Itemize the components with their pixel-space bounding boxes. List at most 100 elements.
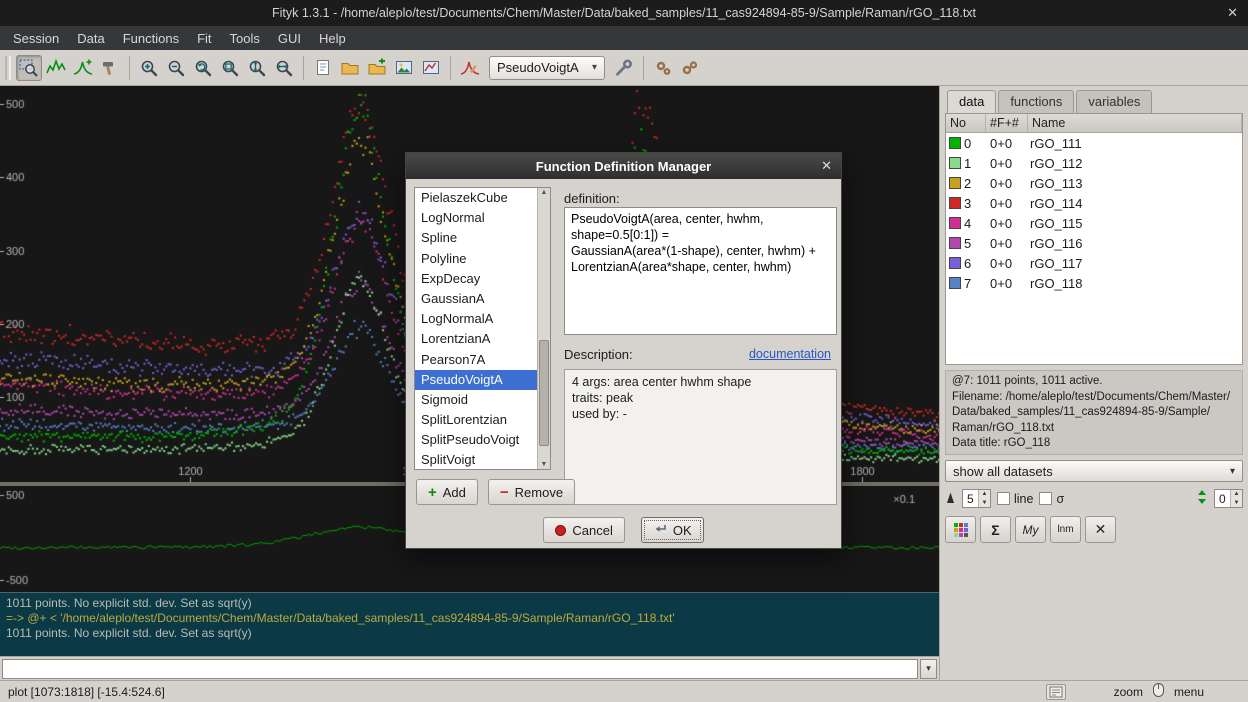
function-type-item[interactable]: ExpDecay: [415, 269, 537, 289]
zoom-in-button[interactable]: [136, 55, 162, 81]
scrollbar-thumb[interactable]: [539, 340, 549, 446]
table-row[interactable]: 40+0rGO_115: [946, 213, 1242, 233]
spinner-arrows[interactable]: ▲▼: [978, 490, 990, 507]
dialog-close-button[interactable]: ✕: [821, 158, 832, 174]
function-type-item[interactable]: Spline: [415, 228, 537, 248]
documentation-link[interactable]: documentation: [749, 347, 831, 361]
point-size-spinner[interactable]: 5 ▲▼: [962, 489, 991, 508]
ok-button[interactable]: OK: [641, 517, 704, 543]
statusbar-info-icon[interactable]: [1046, 684, 1066, 700]
dataset-color-swatch[interactable]: [949, 137, 961, 149]
dataset-color-swatch[interactable]: [949, 237, 961, 249]
menu-gui[interactable]: GUI: [269, 28, 310, 49]
drag-peak-mode-button[interactable]: [97, 55, 123, 81]
data-range-mode-button[interactable]: [43, 55, 69, 81]
zoom-horizontal-button[interactable]: [271, 55, 297, 81]
dataset-number: 2: [964, 176, 971, 191]
chevron-down-icon: ▾: [1230, 466, 1235, 477]
spinner-arrows[interactable]: ▲▼: [1230, 490, 1242, 507]
function-list-scrollbar[interactable]: ▲ ▼: [537, 188, 550, 469]
function-type-item[interactable]: Sigmoid: [415, 390, 537, 410]
function-type-item[interactable]: Pearson7A: [415, 350, 537, 370]
function-type-item[interactable]: PielaszekCube: [415, 188, 537, 208]
model-button[interactable]: My: [1015, 516, 1046, 543]
function-type-item[interactable]: SplitLorentzian: [415, 410, 537, 430]
tab-functions[interactable]: functions: [998, 90, 1074, 113]
list-buttons: + Add − Remove: [416, 479, 575, 505]
command-input[interactable]: [2, 659, 918, 679]
menu-functions[interactable]: Functions: [114, 28, 188, 49]
definition-textarea[interactable]: PseudoVoigtA(area, center, hwhm, shape=0…: [564, 207, 837, 335]
function-type-item[interactable]: LorentzianA: [415, 329, 537, 349]
menu-tools[interactable]: Tools: [221, 28, 269, 49]
menu-data[interactable]: Data: [68, 28, 113, 49]
dataset-color-swatch[interactable]: [949, 257, 961, 269]
dataset-func-count: 0+0: [986, 156, 1028, 171]
dataset-name: rGO_111: [1028, 136, 1242, 151]
dataset-name: rGO_114: [1028, 196, 1242, 211]
dataset-colors-button[interactable]: [945, 516, 976, 543]
table-row[interactable]: 70+0rGO_118: [946, 273, 1242, 293]
window-close-button[interactable]: ✕: [1227, 0, 1238, 26]
dataset-color-swatch[interactable]: [949, 277, 961, 289]
save-image-button[interactable]: [391, 55, 417, 81]
remove-button[interactable]: − Remove: [488, 479, 575, 505]
table-row[interactable]: 50+0rGO_116: [946, 233, 1242, 253]
sidebar-buttons: ΣMylnm✕: [945, 516, 1243, 543]
toolbar-grip[interactable]: [5, 56, 11, 80]
definition-label: definition:: [564, 191, 620, 206]
append-data-button[interactable]: [364, 55, 390, 81]
function-type-item[interactable]: SplitPseudoVoigt: [415, 430, 537, 450]
dataset-color-swatch[interactable]: [949, 197, 961, 209]
function-type-combo[interactable]: PseudoVoigtA▾: [489, 56, 605, 80]
function-type-item[interactable]: PseudoVoigtA: [415, 370, 537, 390]
dataset-color-swatch[interactable]: [949, 177, 961, 189]
menu-help[interactable]: Help: [310, 28, 355, 49]
define-function-button[interactable]: [611, 55, 637, 81]
command-history-button[interactable]: ▾: [920, 659, 937, 679]
menu-session[interactable]: Session: [4, 28, 68, 49]
function-type-item[interactable]: LogNormal: [415, 208, 537, 228]
table-row[interactable]: 10+0rGO_112: [946, 153, 1242, 173]
function-type-item[interactable]: LogNormalA: [415, 309, 537, 329]
line-checkbox[interactable]: [997, 492, 1010, 505]
scroll-down-arrow[interactable]: ▼: [538, 461, 550, 468]
zoom-select-mode-icon: [19, 58, 39, 78]
dataset-color-swatch[interactable]: [949, 217, 961, 229]
session-log-button[interactable]: [310, 55, 336, 81]
table-row[interactable]: 30+0rGO_114: [946, 193, 1242, 213]
zoom-previous-button[interactable]: [190, 55, 216, 81]
y-shift-spinner[interactable]: 0 ▲▼: [1214, 489, 1243, 508]
add-button[interactable]: + Add: [416, 479, 478, 505]
table-row[interactable]: 20+0rGO_113: [946, 173, 1242, 193]
datasets-filter-combo[interactable]: show all datasets ▾: [945, 460, 1243, 482]
sigma-checkbox[interactable]: [1039, 492, 1052, 505]
zoom-select-mode-button[interactable]: [16, 55, 42, 81]
edit-function-button[interactable]: [457, 55, 483, 81]
dataset-color-swatch[interactable]: [949, 157, 961, 169]
sum-button[interactable]: Σ: [980, 516, 1011, 543]
auto-add-button[interactable]: [650, 55, 676, 81]
scroll-up-arrow[interactable]: ▲: [538, 189, 550, 196]
cancel-button[interactable]: Cancel: [543, 517, 624, 543]
point-size-value: 5: [963, 490, 978, 507]
table-row[interactable]: 00+0rGO_111: [946, 133, 1242, 153]
sidebar: datafunctionsvariables No#F+#Name 00+0rG…: [939, 86, 1248, 680]
zoom-all-button[interactable]: [217, 55, 243, 81]
names-button[interactable]: lnm: [1050, 516, 1081, 543]
open-data-button[interactable]: [337, 55, 363, 81]
tab-data[interactable]: data: [947, 90, 996, 114]
function-type-item[interactable]: GaussianA: [415, 289, 537, 309]
export-peaks-button[interactable]: [418, 55, 444, 81]
delete-button[interactable]: ✕: [1085, 516, 1116, 543]
dataset-table-header: No#F+#Name: [946, 114, 1242, 133]
function-type-item[interactable]: Polyline: [415, 249, 537, 269]
auto-fit-button[interactable]: [677, 55, 703, 81]
table-row[interactable]: 60+0rGO_117: [946, 253, 1242, 273]
function-type-item[interactable]: SplitVoigt: [415, 450, 537, 470]
zoom-vertical-button[interactable]: [244, 55, 270, 81]
add-peak-mode-button[interactable]: [70, 55, 96, 81]
menu-fit[interactable]: Fit: [188, 28, 220, 49]
zoom-out-button[interactable]: [163, 55, 189, 81]
tab-variables[interactable]: variables: [1076, 90, 1152, 113]
